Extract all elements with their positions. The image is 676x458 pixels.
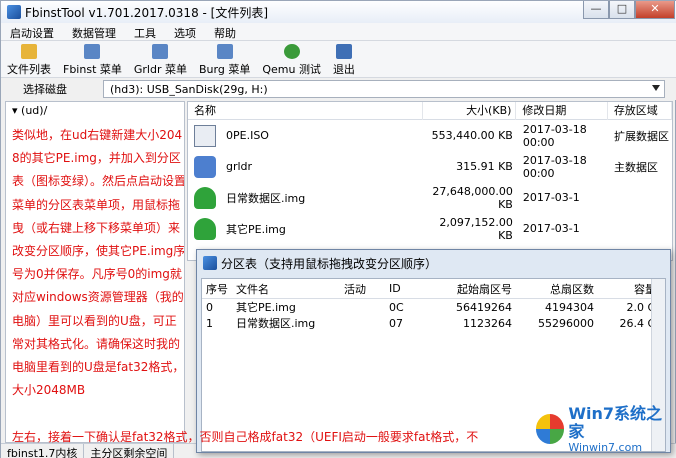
file-date: 2017-03-1	[522, 191, 580, 204]
partition-total: 55296000	[538, 316, 594, 330]
watermark-logo: Win7系统之家 Winwin7.com	[536, 403, 672, 454]
exit-label: 退出	[332, 63, 355, 76]
partition-id: 07	[389, 316, 403, 330]
logo-text: Win7系统之家	[568, 403, 663, 441]
file-date: 2017-03-18 00:00	[522, 153, 587, 180]
exit-icon	[335, 44, 352, 59]
file-size: 2,097,152.00 KB	[439, 215, 513, 242]
grldr-menu-label: Grldr 菜单	[133, 63, 187, 76]
menu-doc-icon	[84, 44, 101, 59]
partition-name: 其它PE.img	[236, 301, 296, 314]
col-total-sectors[interactable]: 总扇区数	[520, 281, 600, 297]
title-bar[interactable]: FbinstTool v1.701.2017.0318 - [文件列表] — □…	[1, 1, 676, 23]
file-name: 其它PE.img	[226, 222, 286, 236]
disk-image-icon	[194, 217, 216, 240]
menu-doc-icon	[216, 44, 233, 59]
partition-total: 4194304	[545, 300, 594, 314]
partition-row[interactable]: 0 其它PE.img 0C 56419264 4194304 2.0 G	[202, 299, 665, 315]
partition-row[interactable]: 1 日常数据区.img 07 1123264 55296000 26.4 G	[202, 315, 665, 331]
windows-logo-icon	[536, 414, 565, 444]
window-title: FbinstTool v1.701.2017.0318 - [文件列表]	[25, 5, 269, 20]
menu-tools[interactable]: 工具	[125, 23, 165, 40]
file-size: 315.91 KB	[456, 160, 513, 173]
col-area[interactable]: 存放区域	[608, 102, 672, 120]
file-list-label: 文件列表	[7, 63, 51, 76]
dialog-title: 分区表（支持用鼠标拖拽改变分区顺序）	[221, 256, 438, 271]
menu-bar: 启动设置 数据管理 工具 选项 帮助	[1, 23, 676, 41]
file-row[interactable]: 其它PE.img 2,097,152.00 KB 2017-03-1	[188, 213, 672, 244]
iso-file-icon	[194, 124, 216, 147]
tree-root-node[interactable]: ▾ (ud)/	[6, 102, 184, 117]
partition-start: 1123264	[463, 316, 512, 330]
fbinst-menu-label: Fbinst 菜单	[63, 63, 122, 76]
partition-index: 1	[206, 316, 213, 330]
file-date: 2017-03-18 00:00	[522, 122, 587, 149]
menu-boot-settings[interactable]: 启动设置	[1, 23, 63, 40]
drive-select-value: (hd3): USB_SanDisk(29g, H:)	[110, 83, 268, 96]
exit-button[interactable]: 退出	[327, 41, 361, 77]
file-list-button[interactable]: 文件列表	[1, 41, 57, 77]
qemu-test-button[interactable]: Qemu 测试	[256, 41, 327, 77]
status-free-space: 主分区剩余空间	[84, 444, 175, 458]
annotation-text: 类似地，在ud右键新建大小2048的其它PE.img，并加入到分区表（图标变绿）…	[12, 128, 185, 398]
drive-label: 选择磁盘	[23, 83, 67, 96]
file-size: 27,648,000.00 KB	[432, 184, 513, 211]
file-row[interactable]: 日常数据区.img 27,648,000.00 KB 2017-03-1	[188, 182, 672, 213]
menu-data-management[interactable]: 数据管理	[63, 23, 125, 40]
file-area: 主数据区	[614, 160, 658, 174]
drive-select[interactable]: (hd3): USB_SanDisk(29g, H:)	[103, 80, 665, 98]
grldr-file-icon	[194, 155, 216, 178]
partition-index: 0	[206, 300, 213, 314]
dialog-icon	[203, 256, 217, 270]
file-name: grldr	[226, 160, 253, 173]
col-date[interactable]: 修改日期	[516, 102, 608, 120]
file-name: 0PE.ISO	[226, 129, 269, 142]
maximize-button[interactable]: □	[609, 1, 635, 19]
grldr-menu-button[interactable]: Grldr 菜单	[128, 41, 193, 77]
partition-name: 日常数据区.img	[236, 317, 316, 330]
qemu-test-label: Qemu 测试	[262, 63, 321, 76]
folder-icon	[21, 44, 37, 59]
minimize-button[interactable]: —	[583, 1, 609, 19]
status-kernel: fbinst1.7内核	[1, 444, 85, 458]
partition-id: 0C	[389, 300, 404, 314]
col-active[interactable]: 活动	[340, 281, 385, 297]
drive-selector-bar: 选择磁盘 (hd3): USB_SanDisk(29g, H:)	[1, 78, 676, 100]
file-size: 553,440.00 KB	[431, 129, 513, 142]
menu-options[interactable]: 选项	[165, 23, 205, 40]
tree-root-label: (ud)/	[21, 104, 48, 117]
col-start-sector[interactable]: 起始扇区号	[430, 281, 520, 297]
file-name: 日常数据区.img	[226, 191, 306, 205]
file-row[interactable]: grldr 315.91 KB 2017-03-18 00:00 主数据区	[188, 151, 672, 182]
close-button[interactable]: ✕	[635, 1, 675, 19]
directory-tree[interactable]: ▾ (ud)/ 类似地，在ud右键新建大小2048的其它PE.img，并加入到分…	[5, 101, 185, 443]
window-controls: — □ ✕	[583, 1, 675, 19]
file-list-header: 名称 大小(KB) 修改日期 存放区域	[188, 102, 672, 120]
file-area: 扩展数据区	[614, 129, 669, 143]
chevron-down-icon[interactable]	[652, 85, 660, 91]
file-list: 名称 大小(KB) 修改日期 存放区域 0PE.ISO 553,440.00 K…	[187, 101, 673, 261]
col-filename[interactable]: 文件名	[232, 281, 340, 297]
app-icon	[7, 5, 21, 19]
file-date: 2017-03-1	[522, 222, 580, 235]
col-id[interactable]: ID	[385, 282, 430, 295]
dialog-title-bar[interactable]: 分区表（支持用鼠标拖拽改变分区顺序）	[197, 250, 670, 276]
burg-menu-button[interactable]: Burg 菜单	[193, 41, 256, 77]
col-name[interactable]: 名称	[188, 102, 423, 120]
logo-url: Winwin7.com	[568, 440, 643, 454]
col-size[interactable]: 大小(KB)	[423, 102, 517, 120]
fbinst-menu-button[interactable]: Fbinst 菜单	[57, 41, 128, 77]
menu-help[interactable]: 帮助	[205, 23, 245, 40]
file-row[interactable]: 0PE.ISO 553,440.00 KB 2017-03-18 00:00 扩…	[188, 120, 672, 151]
qemu-icon	[283, 44, 300, 59]
partition-table-header: 序号 文件名 活动 ID 起始扇区号 总扇区数 容量	[202, 279, 665, 299]
col-index[interactable]: 序号	[202, 281, 232, 297]
burg-menu-label: Burg 菜单	[199, 63, 251, 76]
partition-start: 56419264	[456, 300, 512, 314]
disk-image-icon	[194, 186, 216, 209]
toolbar: 文件列表 Fbinst 菜单 Grldr 菜单 Burg 菜单 Qemu 测试 …	[1, 41, 676, 78]
menu-doc-icon	[152, 44, 169, 59]
